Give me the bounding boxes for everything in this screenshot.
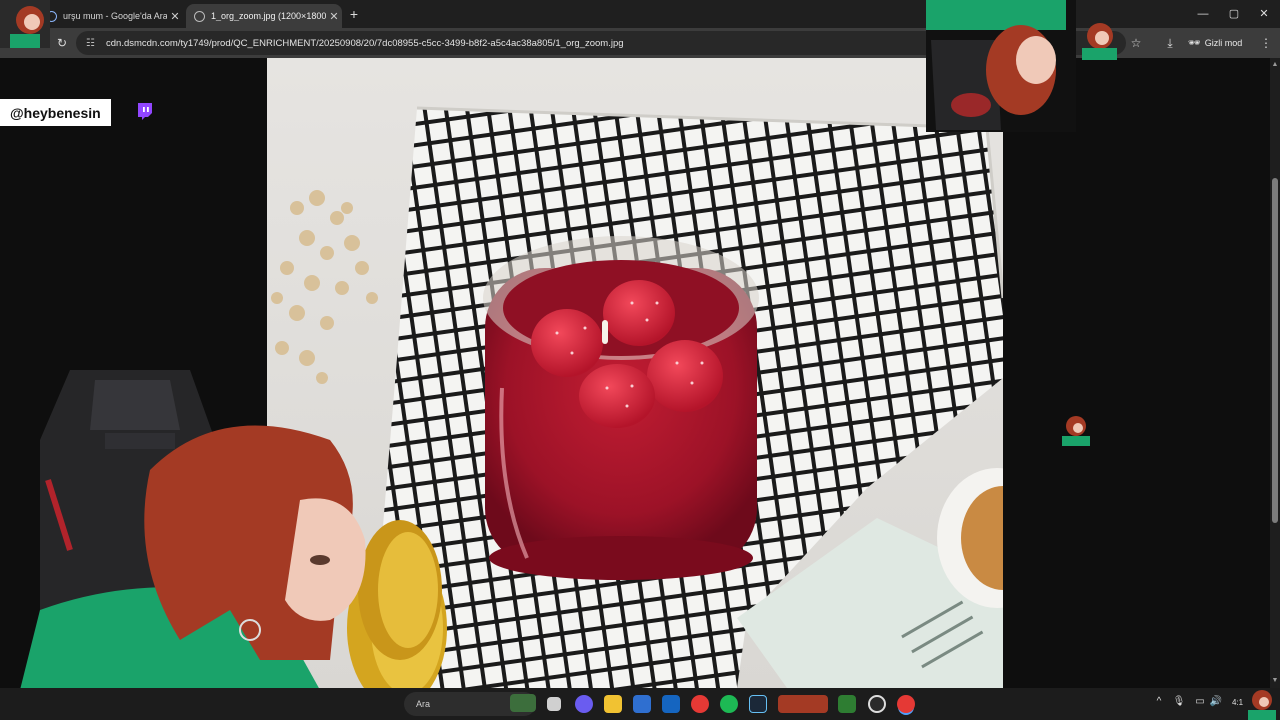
minimize-button[interactable]: —	[1193, 6, 1213, 22]
windows-taskbar: Ara ^ 🎙 ▭ 🔊 4:1	[0, 688, 1280, 720]
twitch-icon	[138, 103, 152, 120]
tray-overflow-icon[interactable]: ^	[1152, 696, 1166, 707]
tab-title: urşu mum - Google'da Ara	[63, 11, 167, 21]
streamer-webcam	[20, 370, 442, 690]
close-window-button[interactable]: ✕	[1254, 6, 1274, 22]
streamer-sticker-large	[926, 0, 1076, 132]
store-icon[interactable]	[633, 695, 651, 713]
streamer-sticker-tiny	[1062, 416, 1090, 446]
incognito-icon: 🕶	[1188, 37, 1201, 49]
spotify-icon[interactable]	[720, 695, 738, 713]
chrome-icon[interactable]	[691, 695, 709, 713]
maximize-button[interactable]: ▢	[1224, 6, 1244, 22]
microphone-icon[interactable]: 🎙	[1172, 696, 1186, 707]
download-icon[interactable]: ⤓	[1161, 34, 1179, 52]
tab-title: 1_org_zoom.jpg (1200×1800)	[211, 11, 326, 21]
new-tab-button[interactable]: +	[346, 6, 362, 22]
scroll-up-arrow-icon[interactable]: ▲	[1270, 60, 1280, 70]
menu-kebab-icon[interactable]: ⋮	[1257, 34, 1275, 52]
volume-icon[interactable]: 🔊	[1209, 696, 1223, 707]
incognito-indicator[interactable]: 🕶 Gizli mod	[1188, 34, 1242, 52]
site-info-icon[interactable]: ☷	[86, 38, 98, 49]
media-player-icon[interactable]	[838, 695, 856, 713]
scrollbar-thumb[interactable]	[1272, 178, 1278, 523]
screen: urşu mum - Google'da Ara ✕ 1_org_zoom.jp…	[0, 0, 1280, 720]
copilot-icon[interactable]	[575, 695, 593, 713]
tab-image[interactable]: 1_org_zoom.jpg (1200×1800) ✕	[186, 4, 342, 28]
address-text: cdn.dsmcdn.com/ty1749/prod/QC_ENRICHMENT…	[106, 37, 624, 49]
streamer-sticker-tray	[1248, 690, 1276, 720]
taskbar-search-placeholder: Ara	[416, 699, 431, 709]
tab-close-icon[interactable]: ✕	[326, 10, 342, 23]
clock[interactable]: 4:1	[1232, 698, 1243, 707]
streamer-app-icon[interactable]	[778, 695, 828, 713]
tab-close-icon[interactable]: ✕	[167, 10, 183, 23]
chrome-incognito-icon[interactable]	[897, 695, 915, 713]
task-view-icon[interactable]	[547, 697, 561, 711]
file-explorer-icon[interactable]	[604, 695, 622, 713]
obs-icon[interactable]	[868, 695, 886, 713]
streamer-sticker	[0, 0, 50, 48]
streamer-handle: @heybenesin	[0, 99, 111, 126]
streamer-sticker-small	[1082, 23, 1117, 60]
steam-icon[interactable]	[749, 695, 767, 713]
display-icon[interactable]: ▭	[1193, 696, 1207, 707]
globe-icon	[194, 10, 205, 22]
vertical-scrollbar[interactable]: ▲ ▼	[1270, 58, 1280, 688]
scroll-down-arrow-icon[interactable]: ▼	[1270, 676, 1280, 686]
weather-app-icon[interactable]	[510, 694, 536, 712]
bookmark-star-icon[interactable]: ☆	[1127, 34, 1145, 52]
reload-icon[interactable]: ↻	[53, 34, 71, 52]
outlook-icon[interactable]	[662, 695, 680, 713]
incognito-label: Gizli mod	[1204, 38, 1243, 48]
